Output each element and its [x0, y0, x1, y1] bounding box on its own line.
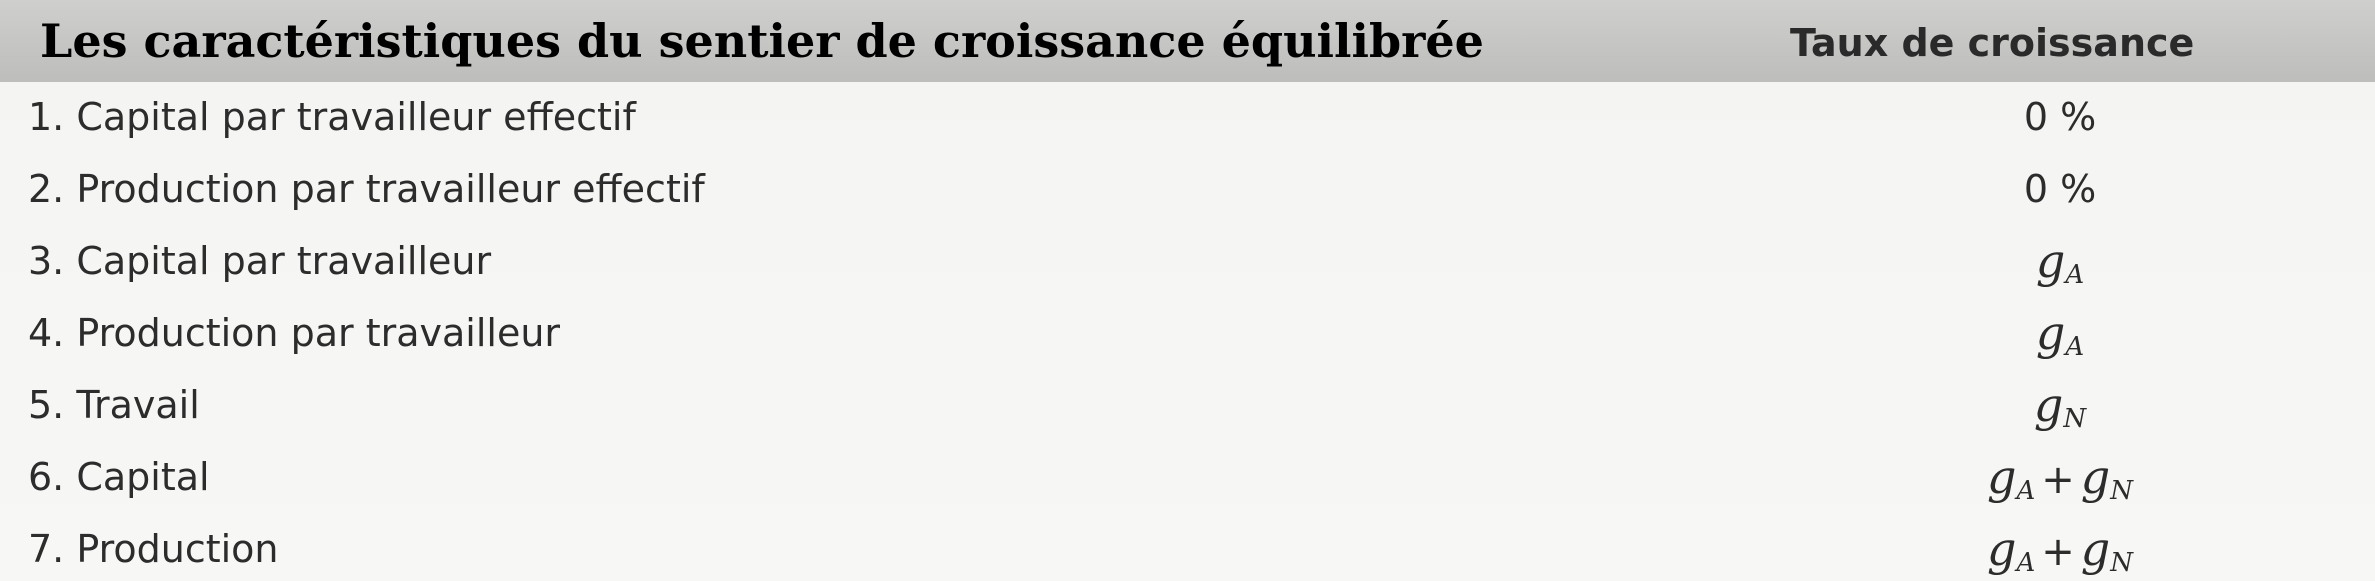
subscript: A	[2065, 332, 2085, 362]
row-value: gA + gN	[1890, 522, 2230, 581]
table-row: 1. Capital par travailleur effectif 0 %	[0, 82, 2375, 154]
row-label: 2. Production par travailleur effectif	[28, 167, 705, 211]
table-body: 1. Capital par travailleur effectif 0 % …	[0, 82, 2375, 581]
subscript: N	[2110, 476, 2133, 506]
row-label: 6. Capital	[28, 455, 210, 499]
subscript: N	[2063, 404, 2087, 434]
table-header: Les caractéristiques du sentier de crois…	[0, 0, 2375, 82]
variable-g: g	[1987, 522, 2017, 576]
table-row: 5. Travail gN	[0, 370, 2375, 442]
table-row: 3. Capital par travailleur gA	[0, 226, 2375, 298]
plus-sign: +	[2041, 529, 2075, 575]
row-label: 7. Production	[28, 527, 279, 571]
variable-g: g	[2080, 522, 2111, 576]
variable-g: g	[2035, 234, 2066, 288]
variable-g: g	[2033, 378, 2064, 432]
row-label: 3. Capital par travailleur	[28, 239, 492, 283]
variable-g: g	[1987, 450, 2017, 504]
row-value: 0 %	[2023, 95, 2097, 139]
row-value: gA	[1890, 306, 2230, 374]
subscript: A	[2016, 548, 2036, 578]
subscript: N	[2110, 548, 2133, 578]
table-row: 7. Production gA + gN	[0, 514, 2375, 581]
row-label: 4. Production par travailleur	[28, 311, 561, 355]
row-value: 0 %	[2023, 167, 2097, 211]
table-row: 2. Production par travailleur effectif 0…	[0, 154, 2375, 226]
row-value: gA + gN	[1890, 450, 2230, 518]
variable-g: g	[2080, 450, 2111, 504]
table-page: Les caractéristiques du sentier de crois…	[0, 0, 2375, 581]
row-value: gN	[1890, 378, 2230, 446]
row-value: gA	[1890, 234, 2230, 302]
column-header-growth-rate: Taux de croissance	[1790, 21, 2195, 65]
row-label: 5. Travail	[28, 383, 200, 427]
table-row: 4. Production par travailleur gA	[0, 298, 2375, 370]
subscript: A	[2065, 260, 2085, 290]
table-title: Les caractéristiques du sentier de crois…	[40, 14, 1484, 68]
row-label: 1. Capital par travailleur effectif	[28, 95, 636, 139]
variable-g: g	[2035, 306, 2066, 360]
table-row: 6. Capital gA + gN	[0, 442, 2375, 514]
subscript: A	[2016, 476, 2036, 506]
plus-sign: +	[2041, 457, 2075, 503]
